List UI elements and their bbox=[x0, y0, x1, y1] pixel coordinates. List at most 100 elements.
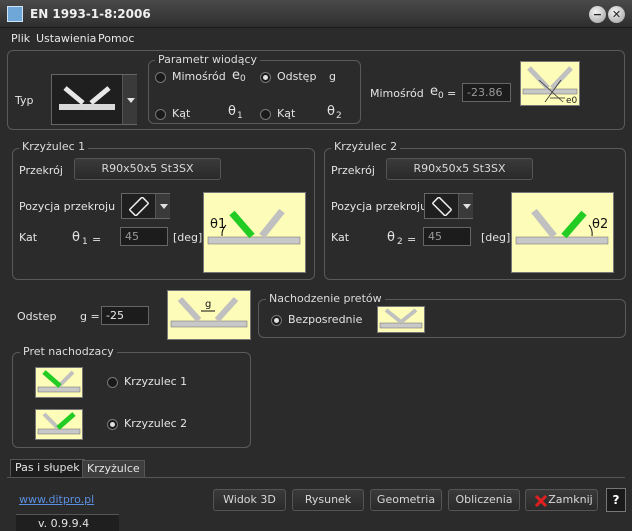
k1-przekroj-button[interactable]: R90x50x5 St3SX bbox=[74, 158, 221, 180]
param-symbol-theta2-sub: 2 bbox=[336, 111, 342, 121]
mimosrod-input[interactable]: -23.86 bbox=[462, 83, 511, 102]
k2-przekroj-label: Przekrój bbox=[331, 164, 375, 177]
k2-pozycja-arrow[interactable] bbox=[458, 194, 473, 218]
nachodzenie-title: Nachodzenie pretów bbox=[266, 292, 385, 305]
k1-pozycja-dropdown[interactable] bbox=[121, 193, 170, 219]
pret-k2-diagram bbox=[35, 409, 83, 440]
k2-theta-eq: = bbox=[407, 233, 417, 246]
param-label-odstep: Odstęp bbox=[277, 70, 317, 83]
mimosrod-symbol-e: e bbox=[430, 84, 438, 99]
tab-pas-i-slupek[interactable]: Pas i słupek bbox=[10, 459, 85, 477]
pret-title: Pret nachodzacy bbox=[20, 345, 117, 358]
nachodzenie-joint-icon bbox=[379, 308, 423, 329]
obliczenia-button[interactable]: Obliczenia bbox=[448, 489, 520, 511]
menu-ustawienia[interactable]: Ustawienia bbox=[36, 32, 96, 45]
param-radio-odstep[interactable] bbox=[260, 72, 271, 83]
param-label-kat1: Kąt bbox=[172, 107, 191, 120]
k2-diagram-label: θ2 bbox=[592, 217, 608, 232]
typ-joint-icon bbox=[59, 86, 115, 110]
typ-label: Typ bbox=[15, 94, 34, 107]
mimosrod-eq: = bbox=[447, 87, 457, 100]
pret-label-k1: Krzyzulec 1 bbox=[124, 375, 188, 388]
close-window-button[interactable]: ✕ bbox=[608, 6, 625, 23]
menu-bar: Plik Ustawienia Pomoc bbox=[0, 29, 632, 47]
version-label: v. 0.9.9.4 bbox=[38, 517, 90, 530]
mimosrod-diagram: e0 bbox=[520, 61, 580, 106]
odstep-diagram-label: g bbox=[205, 299, 211, 310]
k1-kat-input[interactable]: 45 bbox=[120, 227, 168, 246]
param-symbol-g: g bbox=[329, 70, 336, 83]
close-x-icon bbox=[534, 494, 548, 508]
k2-pozycja-dropdown[interactable] bbox=[424, 193, 473, 219]
nachodzenie-radio[interactable] bbox=[271, 315, 282, 326]
k1-pozycja-label: Pozycja przekroju bbox=[19, 200, 116, 213]
k2-kat-unit: [deg] bbox=[481, 231, 511, 244]
menu-plik[interactable]: Plik bbox=[11, 32, 30, 45]
pret-radio-k2[interactable] bbox=[107, 419, 118, 430]
k2-theta-sub: 2 bbox=[397, 237, 403, 247]
pret-label-k2: Krzyzulec 2 bbox=[124, 417, 188, 430]
k1-group-title: Krzyżulec 1 bbox=[19, 140, 89, 153]
k1-kat-label: Kat bbox=[19, 231, 38, 244]
k1-theta-symbol: θ bbox=[72, 230, 80, 245]
k1-diagram: θ1 bbox=[203, 192, 306, 273]
param-label-kat2: Kąt bbox=[277, 107, 296, 120]
help-button[interactable]: ? bbox=[606, 488, 626, 512]
odstep-diagram: g bbox=[167, 290, 251, 340]
k2-theta-symbol: θ bbox=[387, 230, 395, 245]
k2-group-title: Krzyżulec 2 bbox=[331, 140, 401, 153]
odstep-input[interactable]: -25 bbox=[101, 306, 149, 325]
typ-dropdown-arrow[interactable] bbox=[122, 75, 137, 124]
mimosrod-joint-icon: e0 bbox=[522, 66, 578, 106]
param-symbol-e: e bbox=[232, 68, 240, 83]
k2-section-rotated-icon bbox=[432, 197, 452, 216]
k2-kat-input[interactable]: 45 bbox=[423, 227, 471, 246]
zamknij-button[interactable]: Zamknij bbox=[525, 489, 598, 511]
k2-pozycja-label: Pozycja przekroju bbox=[331, 200, 428, 213]
k1-joint-icon: θ1 bbox=[207, 208, 301, 245]
app-icon bbox=[7, 6, 23, 22]
typ-dropdown[interactable] bbox=[51, 74, 137, 125]
param-radio-kat2[interactable] bbox=[260, 109, 271, 120]
odstep-g-label: g = bbox=[80, 310, 100, 323]
odstep-label: Odstep bbox=[17, 310, 57, 323]
minimize-button[interactable]: − bbox=[589, 6, 606, 23]
zamknij-label: Zamknij bbox=[548, 493, 593, 506]
k1-section-rotated-icon bbox=[129, 197, 149, 216]
param-radio-kat1[interactable] bbox=[155, 109, 166, 120]
menu-pomoc[interactable]: Pomoc bbox=[98, 32, 134, 45]
k1-przekroj-label: Przekrój bbox=[19, 164, 63, 177]
k1-theta-sub: 1 bbox=[82, 237, 88, 247]
widok-3d-button[interactable]: Widok 3D bbox=[213, 489, 286, 511]
pret-k1-joint-icon bbox=[37, 370, 81, 393]
geometria-button[interactable]: Geometria bbox=[370, 489, 442, 511]
rysunek-button[interactable]: Rysunek bbox=[292, 489, 364, 511]
pret-k2-joint-icon bbox=[37, 412, 81, 435]
odstep-joint-icon: g bbox=[170, 296, 248, 328]
mimosrod-diagram-label: e0 bbox=[566, 96, 578, 105]
pret-radio-k1[interactable] bbox=[107, 377, 118, 388]
param-symbol-theta2: θ bbox=[327, 104, 335, 119]
k2-przekroj-button[interactable]: R90x50x5 St3SX bbox=[386, 158, 533, 180]
param-symbol-e-sub: 0 bbox=[240, 74, 246, 84]
param-symbol-theta1-sub: 1 bbox=[237, 111, 243, 121]
version-box: v. 0.9.9.4 bbox=[16, 514, 119, 531]
k2-diagram: θ2 bbox=[511, 192, 614, 273]
website-link[interactable]: www.ditpro.pl bbox=[19, 493, 94, 506]
nachodzenie-option-label: Bezposrednie bbox=[288, 313, 363, 326]
pret-k1-diagram bbox=[35, 367, 83, 398]
k1-kat-unit: [deg] bbox=[173, 231, 203, 244]
nachodzenie-diagram bbox=[377, 306, 425, 333]
mimosrod-label: Mimośród bbox=[370, 87, 424, 100]
window-title: EN 1993-1-8:2006 bbox=[30, 7, 151, 21]
k1-pozycja-arrow[interactable] bbox=[155, 194, 170, 218]
k2-joint-icon: θ2 bbox=[515, 208, 609, 245]
param-group-title: Parametr wiodący bbox=[155, 53, 261, 66]
k1-diagram-label: θ1 bbox=[210, 217, 226, 232]
k2-kat-label: Kat bbox=[331, 231, 350, 244]
tab-krzyzulce[interactable]: Krzyżulce bbox=[82, 460, 145, 478]
param-radio-mimosrod[interactable] bbox=[155, 72, 166, 83]
title-bar: EN 1993-1-8:2006 − ✕ bbox=[0, 0, 632, 28]
k1-theta-eq: = bbox=[92, 233, 102, 246]
param-symbol-theta1: θ bbox=[228, 104, 236, 119]
